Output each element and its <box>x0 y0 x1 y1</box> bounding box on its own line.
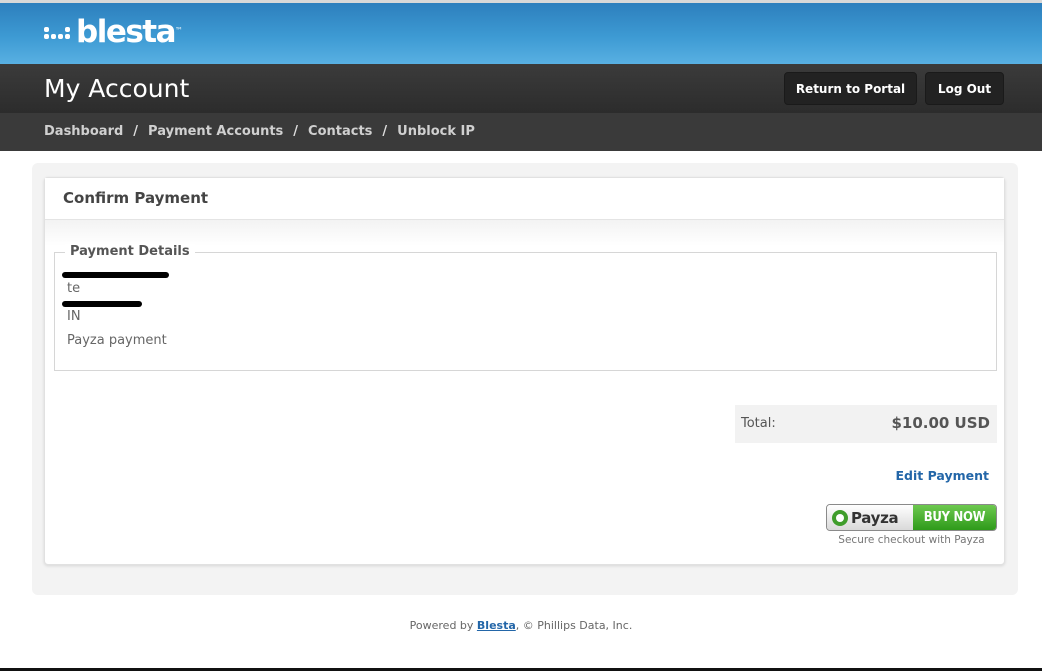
footer: Powered by Blesta, © Phillips Data, Inc. <box>0 619 1042 632</box>
secure-checkout-text: Secure checkout with Payza <box>838 534 985 546</box>
nav-separator: / <box>382 124 388 139</box>
page-title: My Account <box>44 74 190 103</box>
total-row: Total: $10.00 USD <box>735 405 997 443</box>
total-amount: $10.00 USD <box>891 414 990 432</box>
nav-separator: / <box>133 124 139 139</box>
log-out-button[interactable]: Log Out <box>925 72 1004 105</box>
logo-text: blesta <box>76 14 177 50</box>
payment-details-fieldset: Payment Details te IN Payza payment <box>54 244 997 371</box>
blesta-logo[interactable]: blesta ™ <box>44 15 183 49</box>
nav-unblock-ip[interactable]: Unblock IP <box>397 124 475 139</box>
logo-trademark: ™ <box>175 25 184 35</box>
nav-separator: / <box>293 124 299 139</box>
payment-details-legend: Payment Details <box>65 244 195 259</box>
main-nav: Dashboard / Payment Accounts / Contacts … <box>0 113 1042 151</box>
footer-prefix: Powered by <box>409 619 477 632</box>
redacted-name <box>62 272 169 278</box>
buy-now-label: BUY NOW <box>913 505 996 530</box>
nav-contacts[interactable]: Contacts <box>308 124 372 139</box>
footer-suffix: , © Phillips Data, Inc. <box>515 619 633 632</box>
card-header-shade <box>45 220 1004 246</box>
total-label: Total: <box>741 416 776 431</box>
address-line-country: IN <box>67 309 81 324</box>
payza-buy-now-button[interactable]: Payza BUY NOW <box>826 504 997 531</box>
nav-payment-accounts[interactable]: Payment Accounts <box>148 124 283 139</box>
footer-blesta-link[interactable]: Blesta <box>477 619 516 632</box>
redacted-zip <box>62 301 142 307</box>
return-to-portal-button[interactable]: Return to Portal <box>784 72 917 105</box>
payment-method-text: Payza payment <box>67 333 167 348</box>
card-title: Confirm Payment <box>45 178 1004 220</box>
address-line-state: te <box>67 281 81 296</box>
brand-header: blesta ™ <box>0 3 1042 64</box>
nav-dashboard[interactable]: Dashboard <box>44 124 123 139</box>
confirm-payment-card: Confirm Payment Payment Details te IN Pa… <box>44 177 1005 565</box>
payza-logo-icon <box>832 509 848 526</box>
title-bar: My Account Return to Portal Log Out <box>0 64 1042 113</box>
edit-payment-link[interactable]: Edit Payment <box>896 468 990 483</box>
payza-brand-text: Payza <box>851 508 899 527</box>
blesta-mark-icon <box>44 18 74 46</box>
